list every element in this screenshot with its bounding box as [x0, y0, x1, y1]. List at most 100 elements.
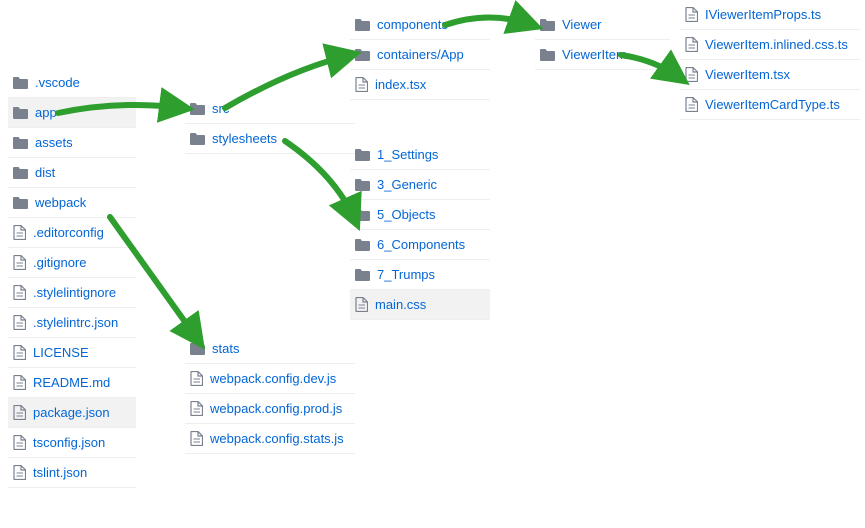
file-icon: [190, 431, 203, 446]
file-icon: [190, 371, 203, 386]
item-label: ViewerItemCardType.ts: [705, 97, 855, 112]
folder-icon: [355, 178, 370, 191]
folder-item[interactable]: src: [185, 94, 355, 124]
folder-icon: [355, 18, 370, 31]
file-column-root: .vscode app assets distwebpack .editorconfig…: [8, 68, 136, 488]
folder-icon: [540, 48, 555, 61]
folder-icon: [190, 102, 205, 115]
folder-icon: [13, 136, 28, 149]
folder-item[interactable]: webpack: [8, 188, 136, 218]
folder-icon: [355, 48, 370, 61]
item-label: .vscode: [35, 75, 131, 90]
item-label: webpack.config.prod.js: [210, 401, 350, 416]
item-label: main.css: [375, 297, 485, 312]
file-item[interactable]: .editorconfig: [8, 218, 136, 248]
file-item[interactable]: webpack.config.stats.js: [185, 424, 355, 454]
folder-icon: [355, 268, 370, 281]
item-label: 6_Components: [377, 237, 485, 252]
item-label: .gitignore: [33, 255, 131, 270]
item-label: tslint.json: [33, 465, 131, 480]
file-column-components-contents: Viewer ViewerItem: [535, 10, 670, 70]
item-label: ViewerItem.tsx: [705, 67, 855, 82]
file-item[interactable]: .stylelintrc.json: [8, 308, 136, 338]
item-label: stats: [212, 341, 350, 356]
folder-icon: [355, 238, 370, 251]
folder-item[interactable]: components: [350, 10, 490, 40]
file-column-src-contents: components containers/App index.tsx: [350, 10, 490, 100]
file-item[interactable]: .stylelintignore: [8, 278, 136, 308]
folder-item[interactable]: 3_Generic: [350, 170, 490, 200]
folder-item[interactable]: Viewer: [535, 10, 670, 40]
folder-icon: [13, 106, 28, 119]
file-column-app-contents-top: src stylesheets: [185, 94, 355, 154]
item-label: 1_Settings: [377, 147, 485, 162]
file-column-app-contents-stats: stats webpack.config.dev.js webpack.config…: [185, 334, 355, 454]
item-label: LICENSE: [33, 345, 131, 360]
file-icon: [355, 77, 368, 92]
file-item[interactable]: main.css: [350, 290, 490, 320]
file-icon: [13, 315, 26, 330]
folder-item[interactable]: stylesheets: [185, 124, 355, 154]
item-label: .stylelintrc.json: [33, 315, 131, 330]
folder-item[interactable]: assets: [8, 128, 136, 158]
item-label: webpack.config.stats.js: [210, 431, 350, 446]
file-item[interactable]: tsconfig.json: [8, 428, 136, 458]
item-label: README.md: [33, 375, 131, 390]
folder-item[interactable]: dist: [8, 158, 136, 188]
file-item[interactable]: webpack.config.prod.js: [185, 394, 355, 424]
file-icon: [13, 225, 26, 240]
item-label: Viewer: [562, 17, 665, 32]
folder-icon: [355, 208, 370, 221]
file-item[interactable]: tslint.json: [8, 458, 136, 488]
item-label: .editorconfig: [33, 225, 131, 240]
file-item[interactable]: ViewerItemCardType.ts: [680, 90, 860, 120]
item-label: .stylelintignore: [33, 285, 131, 300]
file-item[interactable]: ViewerItem.tsx: [680, 60, 860, 90]
file-icon: [13, 435, 26, 450]
folder-icon: [190, 132, 205, 145]
item-label: src: [212, 101, 350, 116]
item-label: stylesheets: [212, 131, 350, 146]
folder-icon: [355, 148, 370, 161]
folder-item[interactable]: containers/App: [350, 40, 490, 70]
file-icon: [685, 37, 698, 52]
folder-icon: [540, 18, 555, 31]
item-label: tsconfig.json: [33, 435, 131, 450]
file-item[interactable]: webpack.config.dev.js: [185, 364, 355, 394]
item-label: app: [35, 105, 131, 120]
file-column-vieweritem-contents: IViewerItemProps.tsViewerItem.inlined.cs…: [680, 0, 860, 120]
file-item[interactable]: package.json: [8, 398, 136, 428]
file-item[interactable]: README.md: [8, 368, 136, 398]
item-label: assets: [35, 135, 131, 150]
folder-item[interactable]: 6_Components: [350, 230, 490, 260]
file-item[interactable]: IViewerItemProps.ts: [680, 0, 860, 30]
folder-item[interactable]: .vscode: [8, 68, 136, 98]
file-icon: [13, 345, 26, 360]
file-item[interactable]: index.tsx: [350, 70, 490, 100]
folder-item[interactable]: ViewerItem: [535, 40, 670, 70]
item-label: containers/App: [377, 47, 485, 62]
file-icon: [13, 405, 26, 420]
item-label: webpack.config.dev.js: [210, 371, 350, 386]
file-icon: [13, 465, 26, 480]
folder-item[interactable]: stats: [185, 334, 355, 364]
item-label: package.json: [33, 405, 131, 420]
file-icon: [685, 67, 698, 82]
file-item[interactable]: ViewerItem.inlined.css.ts: [680, 30, 860, 60]
folder-icon: [13, 166, 28, 179]
folder-icon: [190, 342, 205, 355]
folder-icon: [13, 196, 28, 209]
file-item[interactable]: LICENSE: [8, 338, 136, 368]
folder-item[interactable]: 5_Objects: [350, 200, 490, 230]
file-icon: [13, 255, 26, 270]
item-label: components: [377, 17, 485, 32]
folder-item[interactable]: 7_Trumps: [350, 260, 490, 290]
item-label: 3_Generic: [377, 177, 485, 192]
file-icon: [13, 285, 26, 300]
folder-item[interactable]: app: [8, 98, 136, 128]
file-icon: [13, 375, 26, 390]
file-item[interactable]: .gitignore: [8, 248, 136, 278]
folder-item[interactable]: 1_Settings: [350, 140, 490, 170]
file-icon: [355, 297, 368, 312]
item-label: ViewerItem: [562, 47, 665, 62]
